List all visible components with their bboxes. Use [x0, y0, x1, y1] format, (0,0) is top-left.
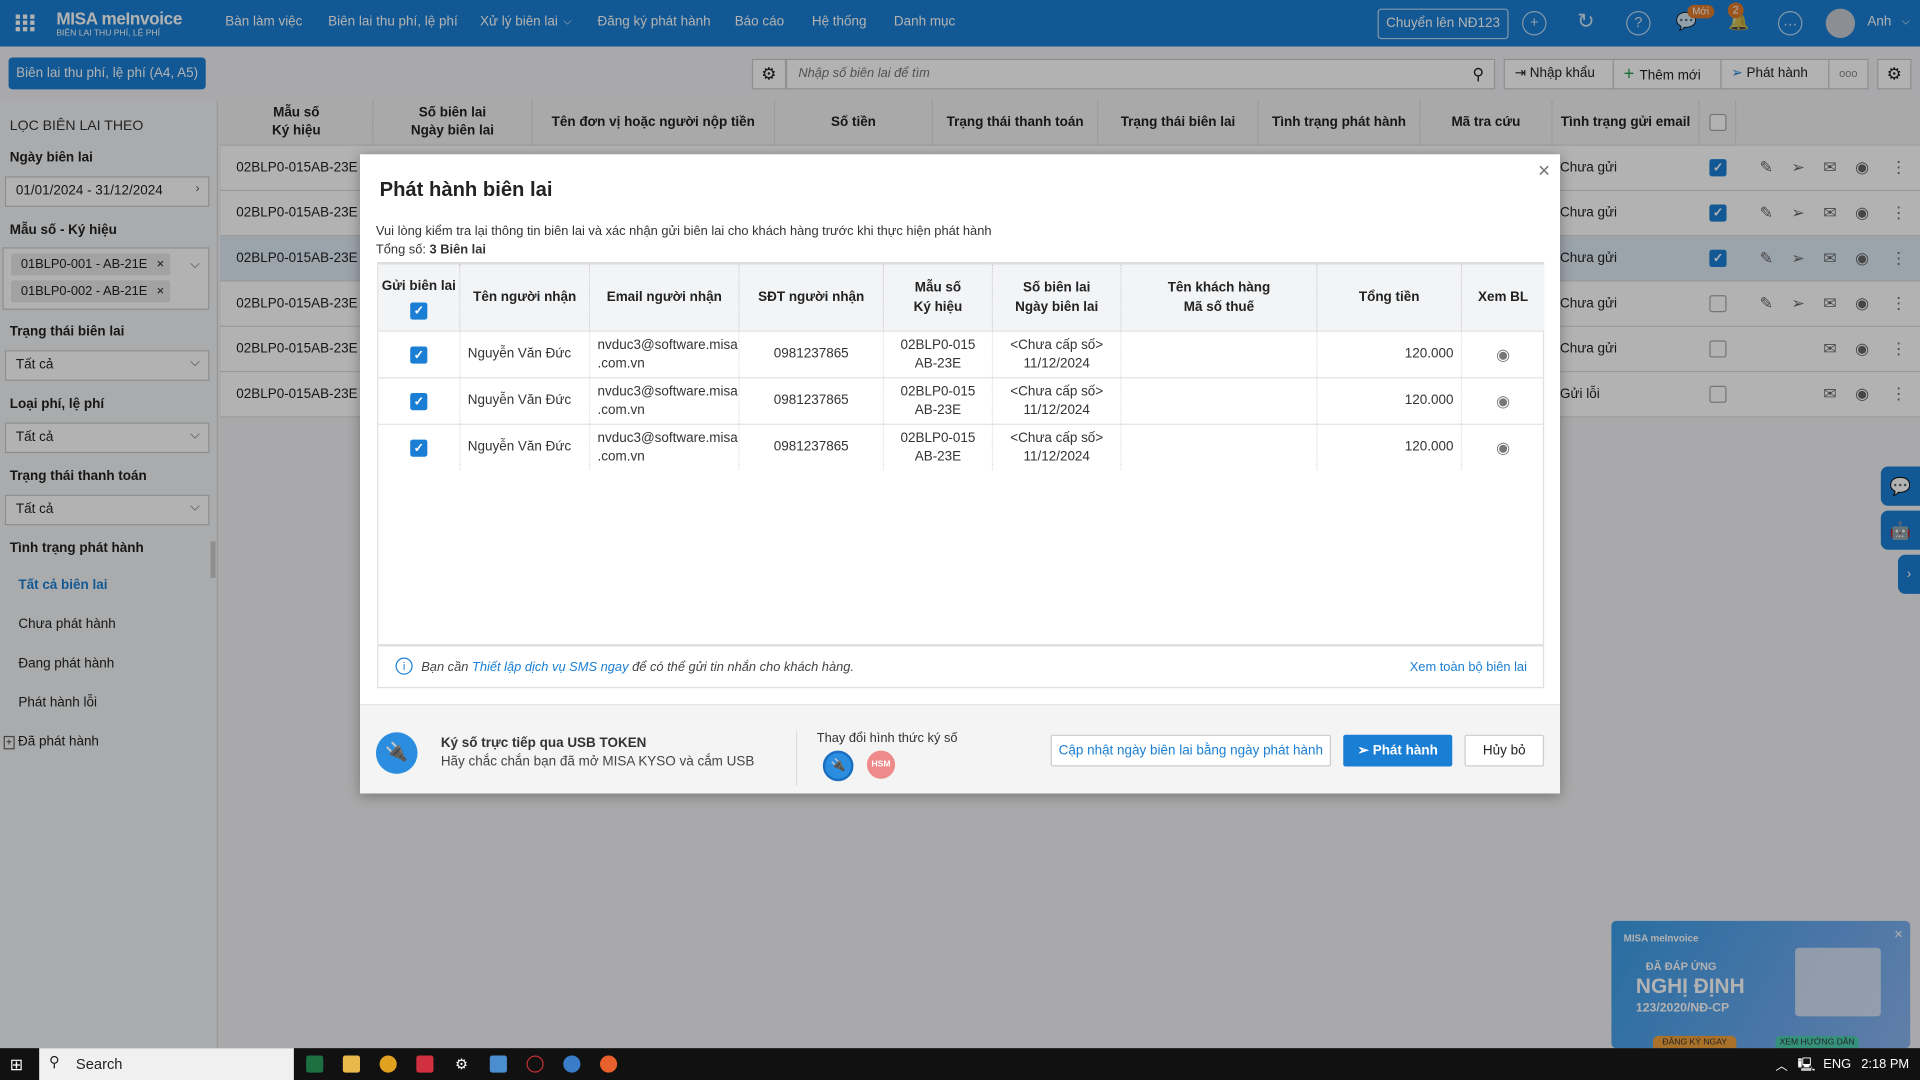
hsm-sign-option[interactable]: HSM — [866, 750, 896, 779]
divider — [795, 731, 798, 787]
windows-taskbar: ⊞ ⚲ Search ⚙ ︿ 🖳 ENG 2:18 PM — [0, 1048, 1920, 1080]
recipient-email: nvduc3@software.misa .com.vn — [590, 424, 740, 471]
xmind-icon[interactable] — [416, 1055, 434, 1073]
remote-desktop-icon[interactable] — [489, 1055, 507, 1073]
col-recipient-name: Tên người nhận — [460, 264, 591, 331]
file-explorer-icon[interactable] — [342, 1055, 361, 1073]
eye-icon: ◉ — [1496, 391, 1511, 411]
sign-method-hint: Hãy chắc chắn bạn đã mở MISA KYSO và cắm… — [440, 754, 755, 769]
number-cell: <Chưa cấp số> 11/12/2024 — [993, 424, 1122, 471]
eye-icon: ◉ — [1496, 345, 1511, 364]
total-count: Tổng số: 3 Biên lai — [375, 242, 486, 258]
chrome-icon[interactable] — [379, 1055, 397, 1073]
eye-icon: ◉ — [1496, 438, 1511, 457]
recipient-row: ✓ Nguyễn Văn Đức nvduc3@software.misa .com… — [378, 330, 1545, 378]
thunderbird-icon[interactable] — [563, 1055, 581, 1073]
col-number: Số biên lai Ngày biên lai — [993, 264, 1122, 331]
recipient-row: ✓ Nguyễn Văn Đức nvduc3@software.misa .com… — [378, 423, 1545, 471]
template-cell: 02BLP0-015 AB-23E — [884, 424, 994, 471]
col-customer: Tên khách hàng Mã số thuế — [1121, 264, 1318, 331]
total-cell: 120.000 — [1318, 331, 1463, 378]
col-recipient-email: Email người nhận — [590, 264, 740, 331]
template-cell: 02BLP0-015 AB-23E — [884, 331, 994, 378]
send-checkbox[interactable]: ✓ — [378, 378, 461, 424]
clock[interactable]: 2:18 PM — [1861, 1057, 1909, 1072]
info-icon: i — [395, 657, 413, 675]
view-receipt-button[interactable]: ◉ — [1462, 425, 1544, 470]
settings-icon[interactable]: ⚙ — [453, 1056, 470, 1073]
recipient-email: nvduc3@software.misa .com.vn — [590, 378, 740, 424]
customer-cell — [1122, 331, 1318, 378]
recipient-email: nvduc3@software.misa .com.vn — [590, 331, 740, 378]
number-cell: <Chưa cấp số> 11/12/2024 — [993, 378, 1122, 424]
cancel-button[interactable]: Hủy bỏ — [1464, 734, 1545, 767]
tray-chevron-icon[interactable]: ︿ — [1776, 1056, 1788, 1073]
network-icon[interactable]: 🖳 — [1798, 1054, 1816, 1077]
template-cell: 02BLP0-015 AB-23E — [884, 378, 994, 424]
dialog-footer: 🔌 Ký số trực tiếp qua USB TOKEN Hãy chắc… — [360, 704, 1561, 794]
firefox-icon[interactable] — [600, 1055, 618, 1073]
customer-cell — [1122, 424, 1318, 471]
dialog-description: Vui lòng kiểm tra lại thông tin biên lai… — [375, 224, 992, 239]
sign-method-title: Ký số trực tiếp qua USB TOKEN — [440, 735, 647, 751]
select-all-send-checkbox[interactable]: ✓ — [410, 301, 428, 319]
col-recipient-phone: SĐT người nhận — [739, 264, 885, 331]
view-receipt-button[interactable]: ◉ — [1462, 378, 1544, 423]
usb-token-icon: 🔌 — [375, 732, 418, 774]
sms-setup-link[interactable]: Thiết lập dịch vụ SMS ngay — [472, 660, 629, 675]
recipient-row: ✓ Nguyễn Văn Đức nvduc3@software.misa .com… — [378, 377, 1545, 424]
col-view: Xem BL — [1462, 264, 1545, 331]
number-cell: <Chưa cấp số> 11/12/2024 — [993, 331, 1122, 378]
close-icon[interactable]: × — [1538, 159, 1550, 183]
update-date-button[interactable]: Cập nhật ngày biên lai bằng ngày phát hà… — [1050, 734, 1332, 767]
recipient-phone: 0981237865 — [740, 378, 885, 424]
col-send: Gửi biên lai ✓ — [378, 264, 461, 331]
recipient-name: Nguyễn Văn Đức — [460, 378, 591, 424]
issue-button[interactable]: ➢ Phát hành — [1343, 734, 1453, 767]
usb-sign-option[interactable]: 🔌 — [822, 750, 854, 782]
windows-start-icon[interactable]: ⊞ — [10, 1056, 23, 1076]
recipient-phone: 0981237865 — [740, 424, 885, 471]
recipient-phone: 0981237865 — [740, 331, 885, 378]
total-cell: 120.000 — [1318, 424, 1463, 471]
app-icon[interactable] — [526, 1055, 544, 1073]
send-checkbox[interactable]: ✓ — [378, 331, 461, 378]
sms-info-text: Bạn cần Thiết lập dịch vụ SMS ngay để có… — [421, 660, 854, 675]
recipient-name: Nguyễn Văn Đức — [460, 424, 591, 471]
col-template: Mẫu số Ký hiệu — [884, 264, 994, 331]
view-receipt-button[interactable]: ◉ — [1462, 332, 1544, 377]
send-icon: ➢ — [1357, 743, 1373, 758]
language-indicator[interactable]: ENG — [1823, 1057, 1851, 1072]
issue-receipt-dialog: Phát hành biên lai × Vui lòng kiểm tra l… — [360, 154, 1561, 794]
change-sign-label: Thay đổi hình thức ký số — [816, 731, 958, 746]
taskbar-search[interactable]: ⚲ Search — [39, 1048, 294, 1080]
excel-icon[interactable] — [306, 1055, 324, 1073]
total-cell: 120.000 — [1318, 378, 1463, 424]
recipients-table: Gửi biên lai ✓ Tên người nhận Email người… — [377, 262, 1545, 689]
view-all-receipts-link[interactable]: Xem toàn bộ biên lai — [1410, 660, 1527, 675]
customer-cell — [1122, 378, 1318, 424]
recipient-name: Nguyễn Văn Đức — [460, 331, 591, 378]
search-icon: ⚲ — [48, 1053, 60, 1071]
col-total: Tổng tiền — [1317, 264, 1463, 331]
sms-info-bar: i Bạn cần Thiết lập dịch vụ SMS ngay để … — [378, 644, 1543, 689]
dialog-title: Phát hành biên lai — [379, 178, 553, 201]
send-checkbox[interactable]: ✓ — [378, 424, 461, 471]
